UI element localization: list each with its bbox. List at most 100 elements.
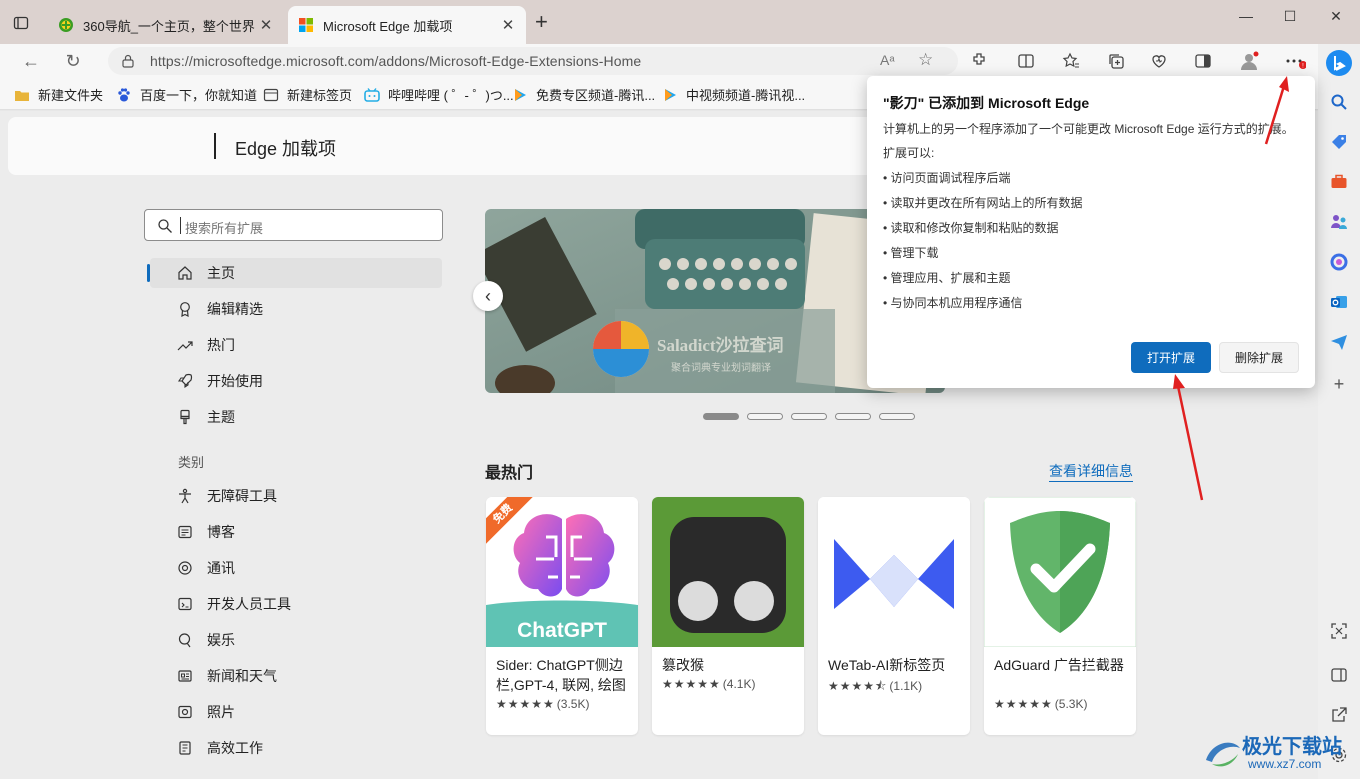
settings-more-icon[interactable]: ! xyxy=(1284,50,1306,72)
favorite-label: 哔哩哔哩 ( ゜- ゜)つ... xyxy=(388,88,514,103)
card-thumbnail xyxy=(984,497,1136,647)
carousel-dot[interactable] xyxy=(791,413,827,420)
nav-item-editors-picks[interactable]: 编辑精选 xyxy=(150,294,442,324)
favorites-list-icon[interactable] xyxy=(1060,50,1082,72)
favorite-item[interactable]: 中视频频道-腾讯视... xyxy=(662,85,805,104)
rating-stars: ★★★★★ xyxy=(994,697,1053,711)
extension-card-adguard[interactable]: AdGuard 广告拦截器 ★★★★★ (5.3K) xyxy=(984,497,1136,735)
carousel-pagination xyxy=(703,413,915,420)
card-thumbnail xyxy=(652,497,804,647)
folder-icon xyxy=(15,90,29,101)
extension-card-sider[interactable]: 免费 ChatGPT Sider: ChatGPT侧边栏,GPT-4, 联网, … xyxy=(486,497,638,735)
outlook-icon[interactable] xyxy=(1328,291,1350,313)
close-window-button[interactable]: ✕ xyxy=(1326,8,1346,25)
nav-label: 高效工作 xyxy=(207,740,263,756)
nav-item-news-weather[interactable]: 新闻和天气 xyxy=(150,661,442,691)
open-extension-button[interactable]: 打开扩展 xyxy=(1131,342,1211,373)
carousel-dot[interactable] xyxy=(703,413,739,420)
sidebar-toggle-icon[interactable] xyxy=(1192,50,1214,72)
favorite-item[interactable]: 百度一下，你就知道 xyxy=(116,85,257,104)
minimize-button[interactable]: — xyxy=(1236,8,1256,24)
rating-count: (1.1K) xyxy=(889,679,923,693)
url-text[interactable]: https://microsoftedge.microsoft.com/addo… xyxy=(150,53,641,69)
tab-actions-icon[interactable] xyxy=(10,12,32,34)
back-button[interactable]: ← xyxy=(20,50,42,72)
tencent-video-icon xyxy=(665,88,676,101)
microsoft365-icon[interactable] xyxy=(1328,251,1350,273)
games-people-icon[interactable] xyxy=(1328,211,1350,233)
bing-copilot-icon[interactable] xyxy=(1324,48,1354,78)
nav-item-accessibility[interactable]: 无障碍工具 xyxy=(150,481,442,511)
hide-sidebar-icon[interactable] xyxy=(1328,664,1350,686)
new-tab-button[interactable]: + xyxy=(535,11,548,33)
add-sidebar-app-icon[interactable]: + xyxy=(1328,373,1350,395)
nav-item-entertainment[interactable]: 娱乐 xyxy=(150,625,442,655)
nav-item-communication[interactable]: 通讯 xyxy=(150,553,442,583)
permission-item: • 访问页面调试程序后端 xyxy=(883,171,1011,185)
close-tab-icon[interactable]: ✕ xyxy=(500,16,516,34)
rating-count: (5.3K) xyxy=(1054,697,1088,711)
remove-extension-button[interactable]: 删除扩展 xyxy=(1219,342,1299,373)
nav-item-photos[interactable]: 照片 xyxy=(150,697,442,727)
favorite-label: 免费专区频道-腾讯... xyxy=(536,88,656,103)
page-title[interactable]: Edge 加载项 xyxy=(235,135,336,161)
extensions-icon[interactable] xyxy=(968,50,990,72)
shopping-tag-icon[interactable] xyxy=(1328,131,1350,153)
tab-strip: 360导航_一个主页，整个世界 ✕ Microsoft Edge 加载项 ✕ +… xyxy=(0,0,1360,44)
nav-item-home[interactable]: 主页 xyxy=(147,258,442,288)
favorite-item[interactable]: 新建标签页 xyxy=(263,85,352,104)
browser-essentials-icon[interactable] xyxy=(1148,50,1170,72)
carousel-brand-text: Saladict沙拉查词 xyxy=(657,335,784,355)
search-icon[interactable] xyxy=(1328,91,1350,113)
view-details-link[interactable]: 查看详细信息 xyxy=(1049,461,1133,482)
favorite-item[interactable]: 哔哩哔哩 ( ゜- ゜)つ... xyxy=(364,85,514,104)
nav-label: 开发人员工具 xyxy=(207,596,291,612)
favorite-item[interactable]: 免费专区频道-腾讯... xyxy=(512,85,655,104)
nav-item-themes[interactable]: 主题 xyxy=(150,402,442,432)
carousel-dot[interactable] xyxy=(835,413,871,420)
maximize-button[interactable]: ☐ xyxy=(1280,8,1300,25)
address-bar[interactable]: https://microsoftedge.microsoft.com/addo… xyxy=(108,47,958,75)
edge-sidebar: + xyxy=(1318,44,1360,779)
search-icon xyxy=(158,219,172,233)
carousel-dot[interactable] xyxy=(879,413,915,420)
nav-label: 新闻和天气 xyxy=(207,668,277,684)
communication-icon xyxy=(176,559,194,577)
card-thumbnail xyxy=(818,497,970,647)
nav-item-get-started[interactable]: 开始使用 xyxy=(150,366,442,396)
search-input[interactable]: 搜索所有扩展 xyxy=(144,209,443,241)
send-telegram-icon[interactable] xyxy=(1328,331,1350,353)
nav-item-blog[interactable]: 博客 xyxy=(150,517,442,547)
tab-edge-addons[interactable]: Microsoft Edge 加载项 ✕ xyxy=(288,6,526,44)
tools-briefcase-icon[interactable] xyxy=(1328,171,1350,193)
split-screen-icon[interactable] xyxy=(1015,50,1037,72)
carousel-prev-button[interactable]: ‹ xyxy=(473,281,503,311)
nav-item-productivity[interactable]: 高效工作 xyxy=(150,733,442,763)
popup-title: "影刀" 已添加到 Microsoft Edge xyxy=(883,95,1090,111)
favorite-label: 新建文件夹 xyxy=(38,88,104,103)
favorite-label: 中视频频道-腾讯视... xyxy=(686,88,806,103)
extension-card-wetab[interactable]: WeTab-AI新标签页 ★★★★⯪ (1.1K) xyxy=(818,497,970,735)
card-thumbnail: 免费 ChatGPT xyxy=(486,497,638,647)
header-divider xyxy=(214,133,216,159)
screenshot-capture-icon[interactable] xyxy=(1328,620,1350,642)
external-link-icon[interactable] xyxy=(1328,704,1350,726)
favorite-item[interactable]: 新建文件夹 xyxy=(14,85,103,104)
nav-label: 热门 xyxy=(207,337,235,353)
tab-360-navigation[interactable]: 360导航_一个主页，整个世界 ✕ xyxy=(48,6,284,44)
favorite-star-icon[interactable]: ☆ xyxy=(918,50,933,70)
carousel-dot[interactable] xyxy=(747,413,783,420)
search-placeholder: 搜索所有扩展 xyxy=(185,221,264,236)
collections-icon[interactable] xyxy=(1105,50,1127,72)
refresh-button[interactable]: ↻ xyxy=(62,50,84,72)
close-tab-icon[interactable]: ✕ xyxy=(258,16,274,34)
nav-item-trending[interactable]: 热门 xyxy=(150,330,442,360)
nav-item-developer-tools[interactable]: 开发人员工具 xyxy=(150,589,442,619)
award-icon xyxy=(176,300,194,318)
trending-icon xyxy=(176,336,194,354)
baidu-paw-icon xyxy=(118,87,130,101)
nav-label: 开始使用 xyxy=(207,373,263,389)
profile-avatar-icon[interactable] xyxy=(1238,50,1260,72)
read-aloud-icon[interactable]: Aᵃ xyxy=(880,52,895,68)
extension-card-tampermonkey[interactable]: 篡改猴 ★★★★★ (4.1K) xyxy=(652,497,804,735)
